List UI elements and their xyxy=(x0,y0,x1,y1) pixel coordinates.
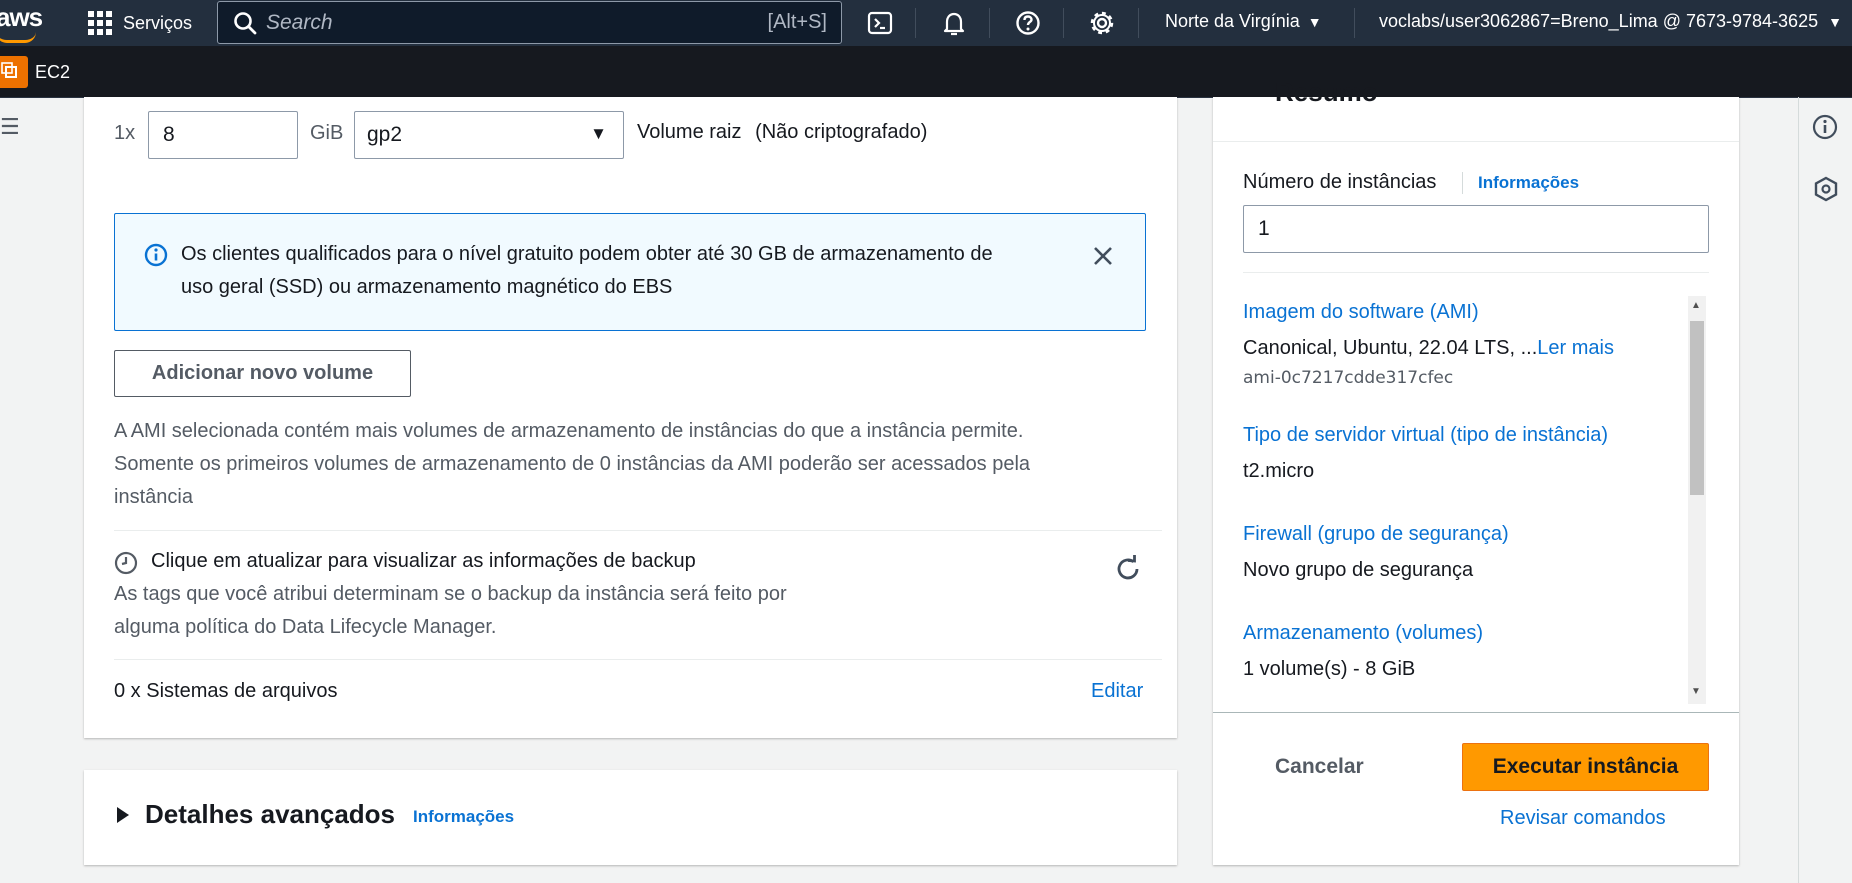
services-label: Serviços xyxy=(123,12,193,33)
ec2-service-icon[interactable] xyxy=(0,56,28,88)
storage-summary-link[interactable]: Armazenamento (volumes) xyxy=(1243,622,1483,645)
divider xyxy=(1213,712,1739,713)
aws-logo[interactable]: aws xyxy=(0,2,43,43)
instance-type-value: t2.micro xyxy=(1243,460,1315,482)
backup-description-line-2: alguma política do Data Lifecycle Manage… xyxy=(114,616,497,638)
summary-heading-mask xyxy=(1213,46,1739,97)
aws-logo-smile xyxy=(0,32,36,43)
ami-note-line-1: A AMI selecionada contém mais volumes de… xyxy=(114,420,1024,442)
divider xyxy=(1243,272,1709,273)
caret-right-icon[interactable] xyxy=(116,806,130,824)
scroll-down-arrow-icon[interactable]: ▼ xyxy=(1691,686,1701,697)
read-more-link[interactable]: Ler mais xyxy=(1537,337,1614,359)
launch-instance-button[interactable]: Executar instância xyxy=(1462,743,1709,791)
search-icon xyxy=(234,11,257,34)
divider xyxy=(114,659,1162,660)
caret-down-icon: ▼ xyxy=(1828,13,1842,30)
instances-count-label: Número de instâncias xyxy=(1243,171,1437,193)
add-volume-button[interactable]: Adicionar novo volume xyxy=(114,350,411,397)
cancel-button[interactable]: Cancelar xyxy=(1275,755,1364,779)
summary-scrollbar-thumb[interactable] xyxy=(1690,321,1704,495)
side-nav-toggle-icon[interactable]: ☰ xyxy=(0,114,20,140)
right-rail-border xyxy=(1798,97,1799,883)
grid-icon xyxy=(88,11,112,35)
separator xyxy=(1138,8,1139,38)
help-icon[interactable] xyxy=(1013,8,1043,38)
ami-summary-link[interactable]: Imagem do software (AMI) xyxy=(1243,301,1479,324)
search-input[interactable] xyxy=(258,9,768,36)
free-tier-info-alert xyxy=(114,213,1146,331)
tutorial-panel-icon[interactable] xyxy=(1813,176,1839,207)
caret-down-icon: ▼ xyxy=(590,124,607,143)
separator xyxy=(915,8,916,38)
storage-summary-value: 1 volume(s) - 8 GiB xyxy=(1243,658,1416,680)
alert-text-line-2: uso geral (SSD) ou armazenamento magnéti… xyxy=(181,276,673,298)
clock-icon xyxy=(114,551,138,575)
search-shortcut-hint: [Alt+S] xyxy=(767,11,827,33)
gear-icon[interactable] xyxy=(1087,8,1117,38)
separator xyxy=(1354,8,1355,38)
bell-icon[interactable] xyxy=(939,8,969,38)
top-navigation-bar: aws Serviços [Alt+S] Norte da Virgínia ▼… xyxy=(0,0,1852,46)
backup-title: Clique em atualizar para visualizar as i… xyxy=(151,550,696,572)
ami-note-line-2: Somente os primeiros volumes de armazena… xyxy=(114,453,1031,475)
instances-count-input[interactable] xyxy=(1243,205,1709,253)
close-icon[interactable] xyxy=(1092,245,1114,267)
edit-file-systems-link[interactable]: Editar xyxy=(1091,680,1143,703)
divider xyxy=(1213,141,1739,142)
storage-panel xyxy=(84,97,1177,738)
review-commands-link[interactable]: Revisar comandos xyxy=(1500,807,1666,830)
ami-note-line-3: instância xyxy=(114,486,193,508)
file-systems-count: 0 x Sistemas de arquivos xyxy=(114,680,338,702)
ec2-service-link[interactable]: EC2 xyxy=(35,62,70,83)
separator xyxy=(1063,8,1064,38)
scroll-up-arrow-icon[interactable]: ▲ xyxy=(1691,300,1701,311)
volume-size-input[interactable] xyxy=(148,111,298,159)
info-panel-icon[interactable] xyxy=(1812,114,1838,145)
instances-info-link[interactable]: Informações xyxy=(1478,173,1579,193)
divider xyxy=(114,530,1162,531)
info-icon xyxy=(144,243,168,267)
volume-type-value: gp2 xyxy=(367,123,403,146)
refresh-icon[interactable] xyxy=(1114,555,1142,583)
ami-id: ami-0c7217cdde317cfec xyxy=(1243,368,1454,388)
root-volume-text: Volume raiz xyxy=(637,121,742,143)
firewall-summary-link[interactable]: Firewall (grupo de segurança) xyxy=(1243,523,1509,546)
root-volume-label: Volume raiz (Não criptografado) xyxy=(637,121,927,144)
instance-type-summary-link[interactable]: Tipo de servidor virtual (tipo de instân… xyxy=(1243,424,1608,447)
backup-description-line-1: As tags que você atribui determinam se o… xyxy=(114,583,787,605)
alert-text-line-1: Os clientes qualificados para o nível gr… xyxy=(181,243,993,265)
advanced-details-title[interactable]: Detalhes avançados xyxy=(145,799,395,830)
region-label: Norte da Virgínia xyxy=(1165,11,1300,31)
volume-unit-label: GiB xyxy=(310,122,344,144)
account-menu[interactable]: voclabs/user3062867=Breno_Lima @ 7673-97… xyxy=(1379,11,1842,32)
ami-name: Canonical, Ubuntu, 22.04 LTS, ... xyxy=(1243,337,1538,359)
region-selector[interactable]: Norte da Virgínia ▼ xyxy=(1165,11,1322,32)
firewall-value: Novo grupo de segurança xyxy=(1243,559,1474,581)
caret-down-icon: ▼ xyxy=(1307,13,1322,30)
separator xyxy=(1462,172,1463,194)
services-menu-button[interactable]: Serviços xyxy=(88,11,192,35)
separator xyxy=(989,8,990,38)
account-label: voclabs/user3062867=Breno_Lima @ 7673-97… xyxy=(1379,11,1819,31)
volume-multiplier: 1x xyxy=(114,122,136,144)
encryption-status: (Não criptografado) xyxy=(755,121,928,143)
ami-summary-value: Canonical, Ubuntu, 22.04 LTS, ...Ler mai… xyxy=(1243,337,1614,360)
volume-type-select[interactable]: gp2 ▼ xyxy=(354,111,624,159)
search-box[interactable]: [Alt+S] xyxy=(217,1,842,44)
aws-logo-text: aws xyxy=(0,2,43,32)
cloudshell-icon[interactable] xyxy=(865,8,895,38)
advanced-details-info-link[interactable]: Informações xyxy=(413,807,514,827)
